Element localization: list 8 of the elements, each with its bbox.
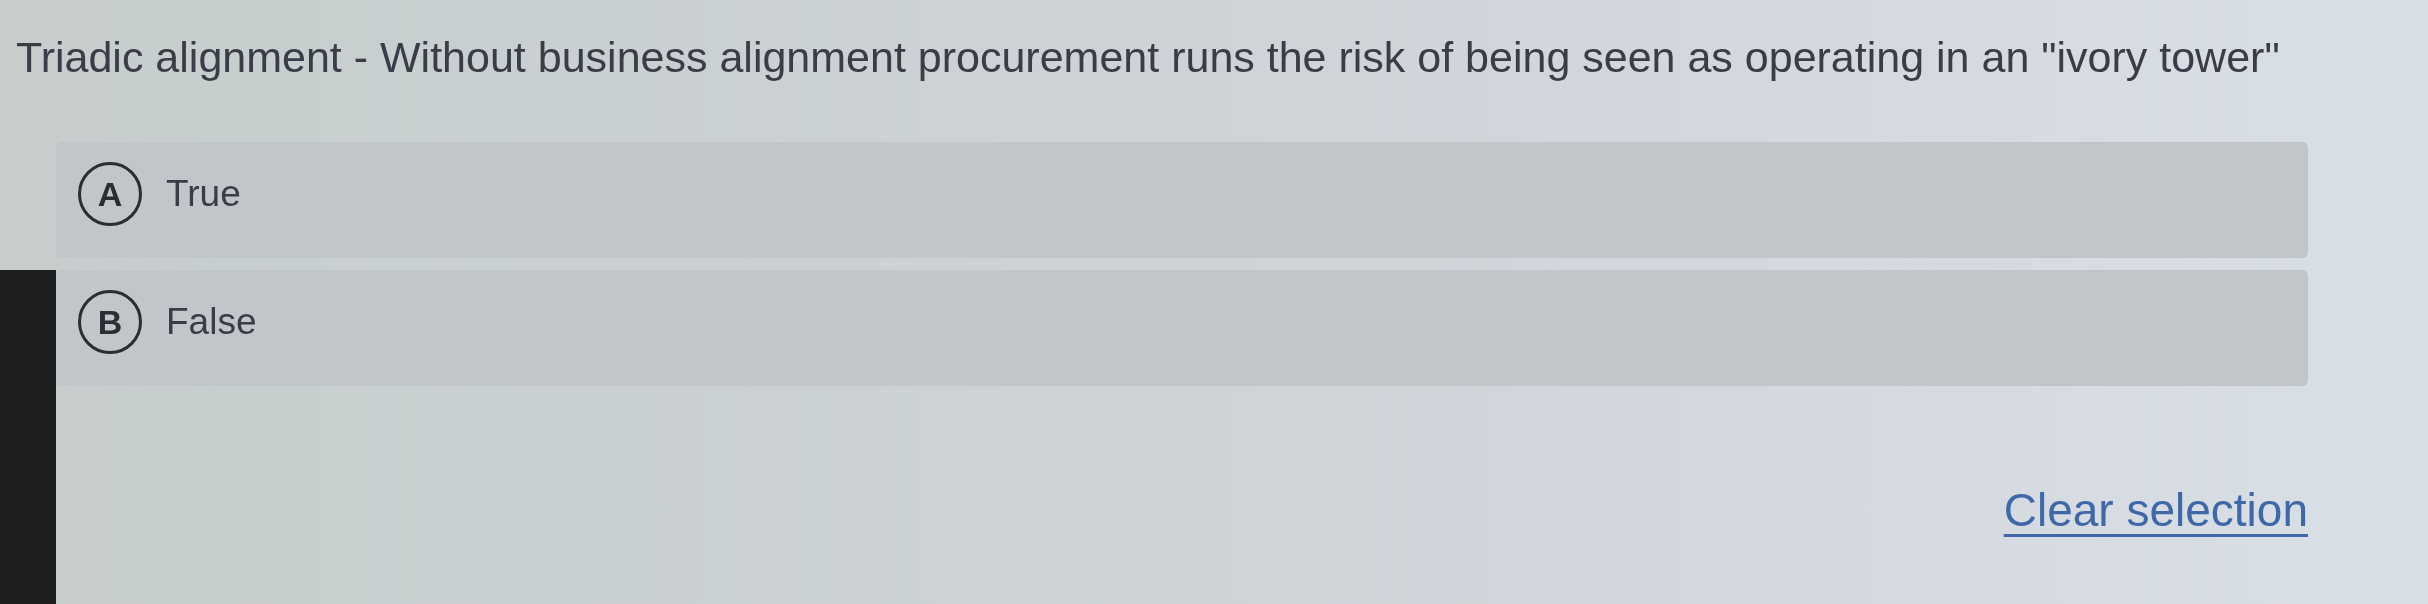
answer-option[interactable]: A True <box>56 142 2308 258</box>
question-text: Triadic alignment - Without business alignment procurement runs the risk of being seen as operating in an "ivory tower" <box>16 32 2281 83</box>
option-letter-badge: A <box>78 162 142 226</box>
option-letter-badge: B <box>78 290 142 354</box>
option-label: True <box>166 172 241 216</box>
clear-selection-link[interactable]: Clear selection <box>2003 482 2308 538</box>
answer-option[interactable]: B False <box>56 270 2308 386</box>
option-label: False <box>166 300 257 344</box>
